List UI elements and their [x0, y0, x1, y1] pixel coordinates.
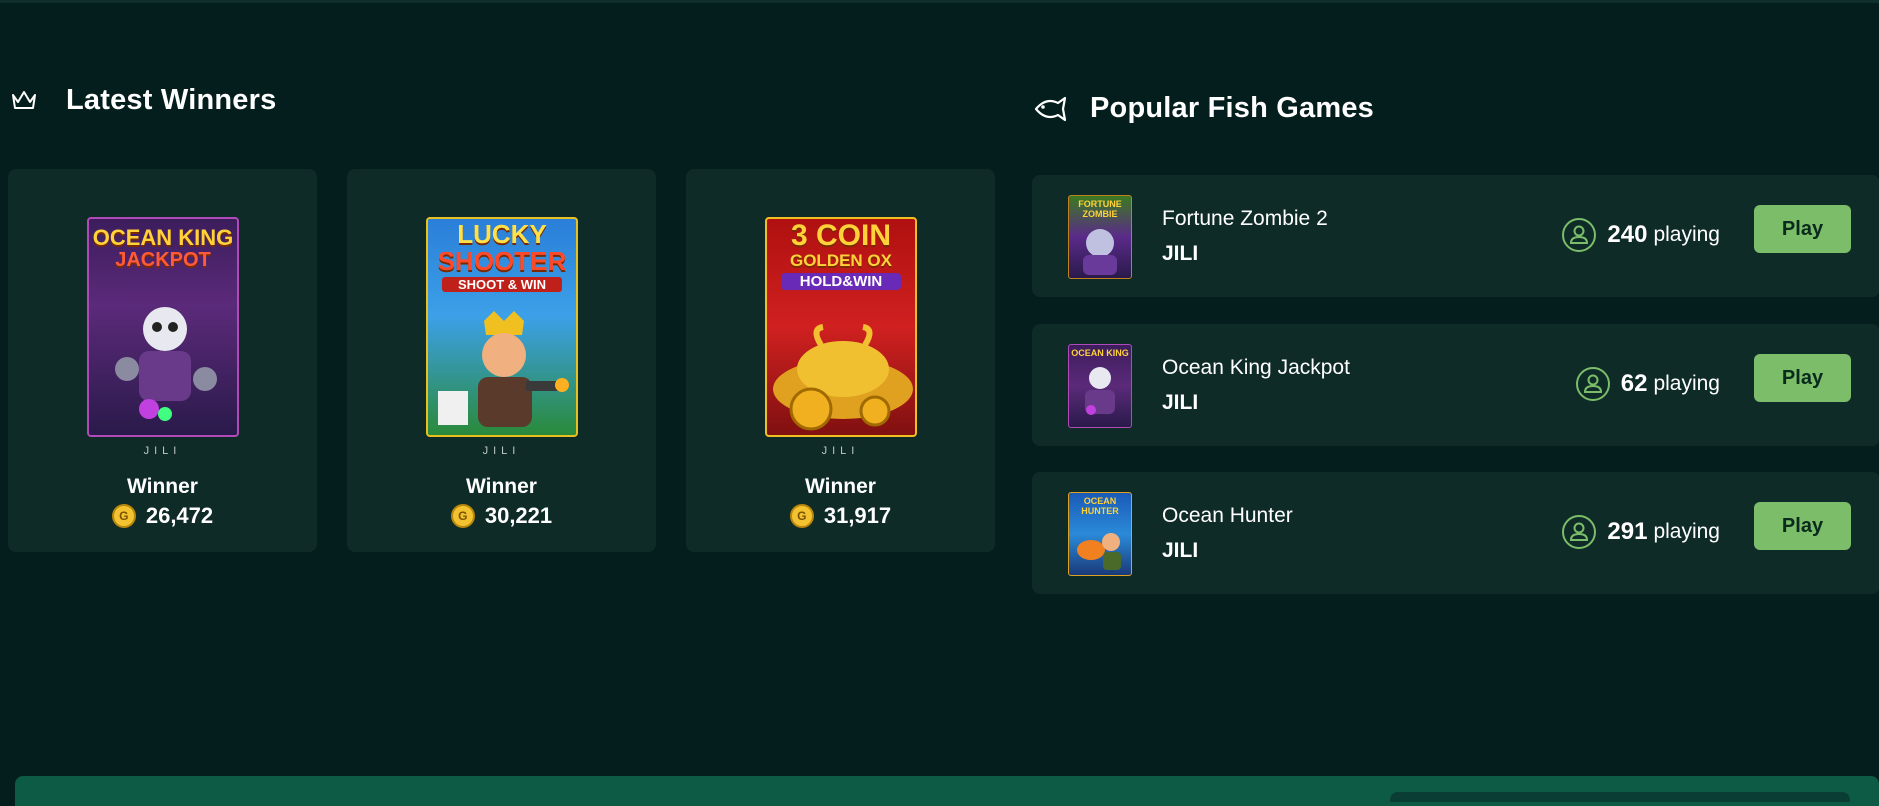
playing-count-badge: 291 playing — [1561, 514, 1720, 550]
user-icon — [1575, 367, 1610, 401]
playing-label: playing — [1653, 520, 1720, 543]
winner-card[interactable]: 3 COIN GOLDEN OX HOLD&WIN JILI Winner G … — [686, 169, 995, 552]
king-illustration — [438, 311, 569, 427]
crown-icon — [12, 90, 36, 109]
win-amount: G 31,917 — [686, 503, 995, 529]
footer-panel — [1390, 792, 1850, 802]
zombie-illustration — [1083, 229, 1117, 275]
provider-caption: JILI — [482, 445, 521, 457]
playing-label: playing — [1653, 223, 1720, 246]
art-title: FORTUNE ZOMBIE — [1078, 199, 1122, 219]
art-title: LUCKY — [457, 219, 547, 249]
amount-value: 31,917 — [823, 503, 892, 528]
coin-icon: G — [789, 504, 814, 528]
art-title: OCEAN KING — [92, 225, 234, 250]
game-row[interactable]: OCEAN HUNTER Ocean Hunter JILI 291 playi… — [1032, 472, 1879, 594]
art-title: OCEAN HUNTER — [1081, 496, 1119, 516]
game-thumbnail[interactable]: OCEAN HUNTER — [1068, 492, 1132, 576]
top-divider — [0, 0, 1879, 3]
game-name[interactable]: Ocean King Jackpot — [1162, 356, 1350, 380]
art-subtitle: JACKPOT — [115, 249, 211, 271]
player-count: 62 — [1620, 370, 1648, 397]
section-title: Popular Fish Games — [1090, 92, 1375, 124]
win-amount: G 30,221 — [347, 503, 656, 529]
play-button[interactable]: Play — [1754, 354, 1851, 402]
art-title: 3 COIN — [790, 219, 892, 252]
golden-ox-illustration — [773, 324, 913, 431]
game-provider: JILI — [1162, 539, 1199, 562]
skull-monster-illustration — [115, 307, 217, 421]
art-tagline: HOLD&WIN — [781, 273, 901, 290]
art-tagline: SHOOT & WIN — [442, 277, 562, 292]
playing-count-badge: 62 playing — [1575, 366, 1720, 402]
coin-icon: G — [111, 504, 136, 528]
game-thumbnail[interactable]: 3 COIN GOLDEN OX HOLD&WIN — [765, 217, 917, 437]
game-name[interactable]: Ocean Hunter — [1162, 504, 1293, 528]
fish-icon — [1034, 96, 1067, 121]
game-thumbnail[interactable]: LUCKY SHOOTER SHOOT & WIN — [426, 217, 578, 437]
game-row[interactable]: FORTUNE ZOMBIE Fortune Zombie 2 JILI 240… — [1032, 175, 1879, 297]
game-row[interactable]: OCEAN KING Ocean King Jackpot JILI 62 pl… — [1032, 324, 1879, 446]
player-count: 240 — [1607, 221, 1648, 248]
winner-label: Winner — [805, 475, 876, 498]
amount-value: 30,221 — [484, 503, 553, 528]
winner-card[interactable]: LUCKY SHOOTER SHOOT & WIN JILI Winner G … — [347, 169, 656, 552]
amount-value: 26,472 — [145, 503, 214, 528]
art-subtitle: SHOOTER — [437, 246, 567, 276]
section-title: Latest Winners — [66, 84, 277, 116]
game-thumbnail[interactable]: OCEAN KING JACKPOT — [87, 217, 239, 437]
fish-hunter-illustration — [1077, 533, 1121, 570]
art-title: OCEAN KING — [1071, 348, 1129, 358]
latest-winners-header: Latest Winners — [10, 84, 276, 117]
provider-caption: JILI — [821, 445, 860, 457]
player-count: 291 — [1607, 518, 1648, 545]
game-provider: JILI — [1162, 391, 1199, 414]
popular-fish-games-header: Popular Fish Games — [1032, 92, 1374, 125]
user-icon — [1562, 515, 1597, 549]
winner-label: Winner — [127, 475, 198, 498]
art-subtitle: GOLDEN OX — [789, 251, 892, 270]
game-name[interactable]: Fortune Zombie 2 — [1162, 207, 1328, 231]
provider-caption: JILI — [143, 445, 182, 457]
game-provider: JILI — [1162, 242, 1199, 265]
winner-card[interactable]: OCEAN KING JACKPOT JILI Winner G 26,472 — [8, 169, 317, 552]
coin-icon: G — [450, 504, 475, 528]
winner-label: Winner — [466, 475, 537, 498]
play-button[interactable]: Play — [1754, 205, 1851, 253]
game-thumbnail[interactable]: FORTUNE ZOMBIE — [1068, 195, 1132, 279]
play-button[interactable]: Play — [1754, 502, 1851, 550]
playing-label: playing — [1653, 372, 1720, 395]
win-amount: G 26,472 — [8, 503, 317, 529]
playing-count-badge: 240 playing — [1561, 217, 1720, 253]
skull-monster-illustration — [1085, 367, 1115, 415]
game-thumbnail[interactable]: OCEAN KING — [1068, 344, 1132, 428]
user-icon — [1562, 218, 1597, 252]
